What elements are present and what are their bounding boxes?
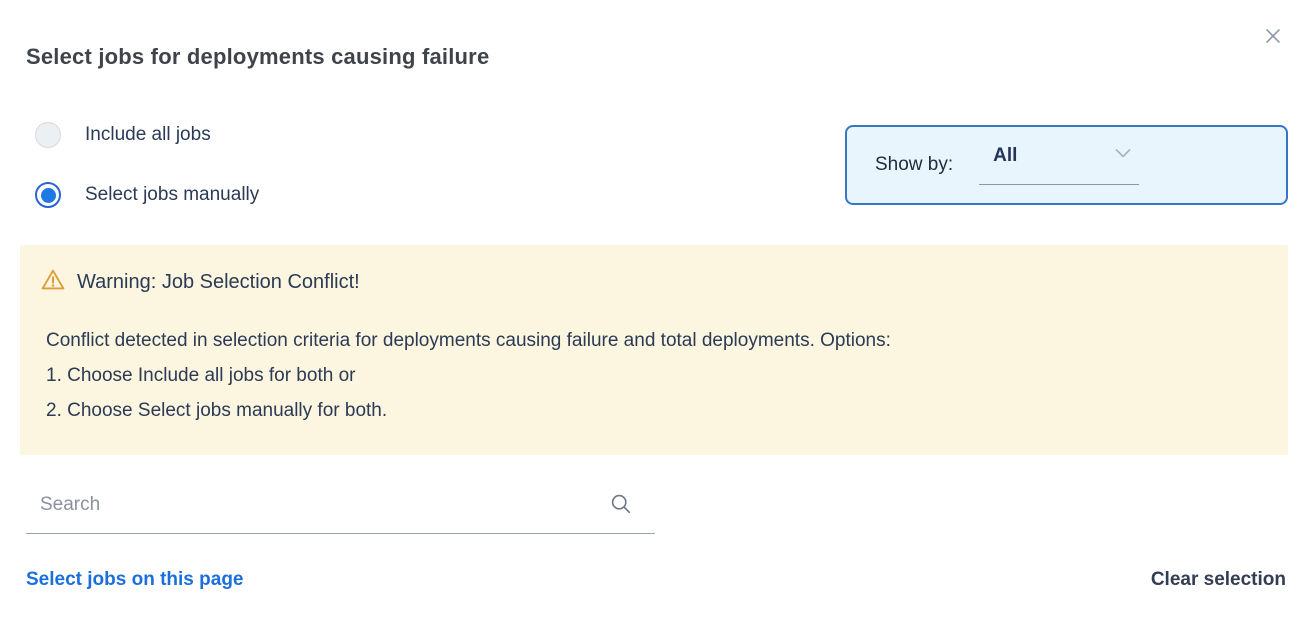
show-by-label: Show by: xyxy=(875,154,953,176)
page-title: Select jobs for deployments causing fail… xyxy=(26,44,489,70)
close-button[interactable] xyxy=(1258,22,1288,52)
radio-selected-icon[interactable] xyxy=(35,182,61,208)
search-field xyxy=(26,488,655,534)
warning-option-1: 1. Choose Include all jobs for both or xyxy=(46,358,1262,393)
radio-label: Include all jobs xyxy=(85,124,211,146)
chevron-down-icon xyxy=(1111,141,1135,170)
close-icon xyxy=(1262,25,1284,50)
show-by-panel: Show by: All xyxy=(845,125,1288,205)
radio-option-select-jobs-manually[interactable]: Select jobs manually xyxy=(35,181,259,209)
clear-selection-button[interactable]: Clear selection xyxy=(1151,569,1286,591)
show-by-dropdown[interactable]: All xyxy=(979,141,1139,185)
radio-dot xyxy=(41,188,56,203)
select-jobs-on-page-link[interactable]: Select jobs on this page xyxy=(26,569,244,591)
warning-option-2: 2. Choose Select jobs manually for both. xyxy=(46,393,1262,428)
search-icon xyxy=(609,492,633,521)
search-input[interactable] xyxy=(26,488,596,516)
radio-unselected-icon[interactable] xyxy=(35,122,61,148)
warning-description: Conflict detected in selection criteria … xyxy=(46,323,1262,358)
warning-banner: Warning: Job Selection Conflict! Conflic… xyxy=(20,245,1288,455)
show-by-value: All xyxy=(979,145,1017,167)
warning-triangle-icon xyxy=(40,267,66,298)
select-jobs-modal: Select jobs for deployments causing fail… xyxy=(0,0,1308,630)
radio-option-include-all-jobs[interactable]: Include all jobs xyxy=(35,121,211,149)
warning-title: Warning: Job Selection Conflict! xyxy=(77,271,360,294)
radio-label: Select jobs manually xyxy=(85,184,259,206)
